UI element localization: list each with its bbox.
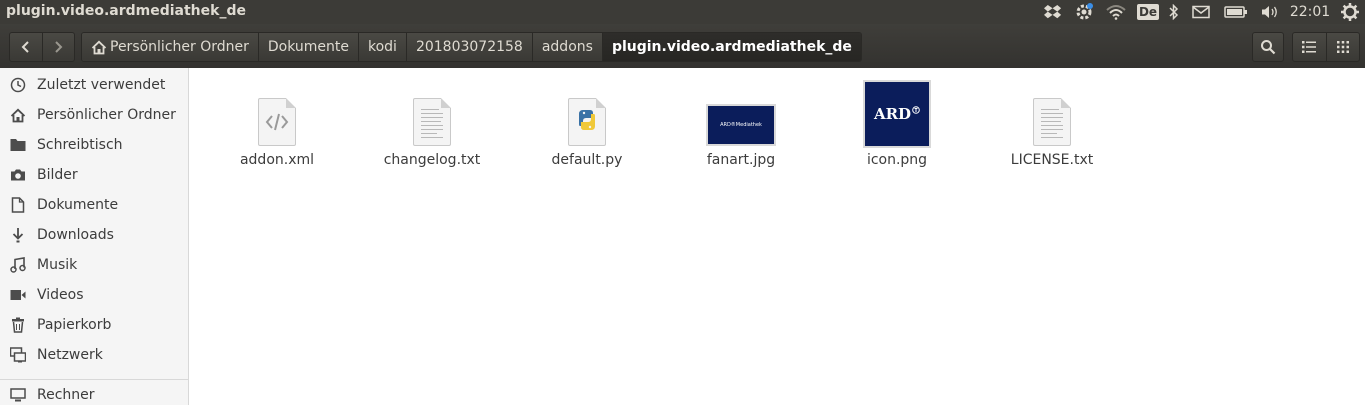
list-view-icon xyxy=(1302,41,1317,53)
file-name: default.py xyxy=(551,152,623,168)
file-item[interactable]: LICENSE.txt xyxy=(982,74,1122,174)
battery-icon[interactable] xyxy=(1222,0,1250,24)
volume-icon[interactable] xyxy=(1258,0,1282,24)
back-icon xyxy=(21,41,29,53)
forward-icon xyxy=(55,41,63,53)
computer-icon xyxy=(9,386,27,404)
breadcrumb-label: 201803072158 xyxy=(415,39,523,55)
sidebar-item-label: Netzwerk xyxy=(37,347,103,363)
file-name: LICENSE.txt xyxy=(1010,152,1094,168)
back-button[interactable] xyxy=(10,33,42,61)
download-icon xyxy=(9,226,27,244)
folder-icon xyxy=(9,136,27,154)
sidebar: Zuletzt verwendet Persönlicher Ordner Sc… xyxy=(0,68,189,405)
search-icon xyxy=(1261,40,1276,55)
image-thumbnail: ARD xyxy=(827,74,967,148)
sidebar-item-label: Bilder xyxy=(37,167,78,183)
navigation-buttons xyxy=(9,32,75,62)
sidebar-item-label: Rechner xyxy=(37,387,95,403)
sidebar-item-desktop[interactable]: Schreibtisch xyxy=(0,130,188,160)
sidebar-item-trash[interactable]: Papierkorb xyxy=(0,310,188,340)
file-name: addon.xml xyxy=(239,152,315,168)
breadcrumb-label: kodi xyxy=(368,39,397,55)
sidebar-item-label: Videos xyxy=(37,287,84,303)
breadcrumb-kodi[interactable]: kodi xyxy=(359,33,407,61)
sidebar-item-label: Persönlicher Ordner xyxy=(37,107,176,123)
forward-button[interactable] xyxy=(41,33,75,61)
keyboard-layout: De xyxy=(1136,4,1160,20)
document-icon xyxy=(9,196,27,214)
sidebar-item-label: Schreibtisch xyxy=(37,137,123,153)
thumbnail-text: ARD xyxy=(873,105,912,123)
breadcrumb-label: Persönlicher Ordner xyxy=(110,39,249,55)
home-icon xyxy=(9,106,27,124)
text-file-icon xyxy=(362,74,502,148)
video-icon xyxy=(9,286,27,304)
sidebar-item-computer[interactable]: Rechner xyxy=(0,380,188,410)
wifi-icon[interactable] xyxy=(1105,0,1127,24)
image-thumbnail: ARD®Mediathek xyxy=(671,74,811,148)
sidebar-item-recent[interactable]: Zuletzt verwendet xyxy=(0,70,188,100)
breadcrumb: Persönlicher Ordner Dokumente kodi 20180… xyxy=(81,32,862,62)
camera-icon xyxy=(9,166,27,184)
python-file-icon xyxy=(517,74,657,148)
sidebar-item-label: Dokumente xyxy=(37,197,119,213)
breadcrumb-addons[interactable]: addons xyxy=(532,33,603,61)
toolbar: Persönlicher Ordner Dokumente kodi 20180… xyxy=(0,24,1365,68)
breadcrumb-home[interactable]: Persönlicher Ordner xyxy=(82,33,259,61)
file-item[interactable]: addon.xml xyxy=(207,74,347,174)
file-item[interactable]: default.py xyxy=(517,74,657,174)
window-title: plugin.video.ardmediathek_de xyxy=(6,3,246,19)
file-name: fanart.jpg xyxy=(706,152,776,168)
sidebar-item-label: Papierkorb xyxy=(37,317,112,333)
clock[interactable]: 22:01 xyxy=(1290,0,1330,24)
sidebar-item-label: Musik xyxy=(37,257,78,273)
power-gear-icon[interactable] xyxy=(1338,0,1362,24)
breadcrumb-label: addons xyxy=(541,39,593,55)
mail-icon[interactable] xyxy=(1190,0,1212,24)
keyboard-icon[interactable]: De xyxy=(1136,0,1160,24)
sidebar-item-videos[interactable]: Videos xyxy=(0,280,188,310)
view-switcher xyxy=(1292,32,1360,62)
sidebar-item-label: Zuletzt verwendet xyxy=(37,77,166,93)
grid-view-icon xyxy=(1336,41,1349,53)
sidebar-item-network[interactable]: Netzwerk xyxy=(0,340,188,370)
network-icon xyxy=(9,346,27,364)
sidebar-item-downloads[interactable]: Downloads xyxy=(0,220,188,250)
thumbnail-text: ARD®Mediathek xyxy=(720,122,762,128)
breadcrumb-current[interactable]: plugin.video.ardmediathek_de xyxy=(602,33,861,61)
xml-file-icon xyxy=(207,74,347,148)
breadcrumb-label: plugin.video.ardmediathek_de xyxy=(611,39,852,55)
home-icon xyxy=(91,40,107,54)
breadcrumb-201803072158[interactable]: 201803072158 xyxy=(406,33,533,61)
sidebar-item-home[interactable]: Persönlicher Ordner xyxy=(0,100,188,130)
list-view-button[interactable] xyxy=(1293,33,1326,61)
ard-logo-mark-icon xyxy=(912,106,920,114)
file-item[interactable]: ARD®Mediathek fanart.jpg xyxy=(671,74,811,174)
recent-clock-icon xyxy=(9,76,27,94)
file-item[interactable]: ARD icon.png xyxy=(827,74,967,174)
file-grid: addon.xml changelog.txt default.py ARD®M… xyxy=(189,68,1365,405)
settings-update-icon[interactable] xyxy=(1072,0,1096,24)
sidebar-item-pictures[interactable]: Bilder xyxy=(0,160,188,190)
text-file-icon xyxy=(982,74,1122,148)
sidebar-item-label: Downloads xyxy=(37,227,114,243)
top-panel: plugin.video.ardmediathek_de De 22:01 xyxy=(0,0,1365,24)
file-item[interactable]: changelog.txt xyxy=(362,74,502,174)
breadcrumb-label: Dokumente xyxy=(267,39,349,55)
grid-view-button[interactable] xyxy=(1325,33,1360,61)
search-button[interactable] xyxy=(1252,32,1284,62)
sidebar-item-documents[interactable]: Dokumente xyxy=(0,190,188,220)
file-name: icon.png xyxy=(866,152,928,168)
dropbox-icon[interactable] xyxy=(1042,0,1064,24)
trash-icon xyxy=(9,316,27,334)
music-icon xyxy=(9,256,27,274)
bluetooth-icon[interactable] xyxy=(1166,0,1182,24)
sidebar-item-music[interactable]: Musik xyxy=(0,250,188,280)
file-name: changelog.txt xyxy=(383,152,481,168)
breadcrumb-dokumente[interactable]: Dokumente xyxy=(258,33,359,61)
